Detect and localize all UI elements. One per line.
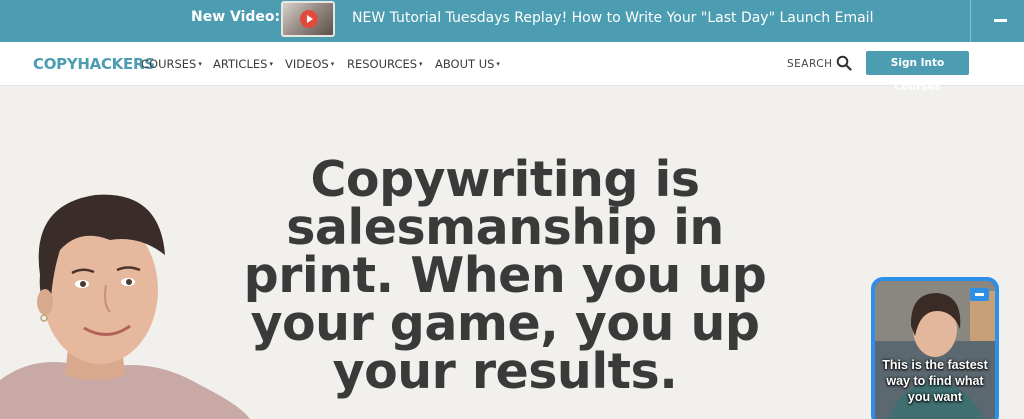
video-widget-caption: This is the fastest way to find what you… [882, 358, 988, 404]
sign-in-button[interactable]: Sign Into Courses [866, 51, 969, 93]
announcement-bar: New Video: NEW Tutorial Tuesdays Replay!… [0, 0, 1024, 42]
main-navigation: COPYHACKERS COURSES ▾ ARTICLES ▾ VIDEOS ▾ R… [0, 42, 1024, 93]
caret-down-icon: ▾ [330, 60, 335, 68]
site-logo[interactable]: COPYHACKERS [33, 55, 155, 73]
video-widget[interactable]: This is the fastest way to find what you… [871, 277, 999, 419]
nav-item-videos[interactable]: VIDEOS ▾ [285, 57, 334, 71]
search-icon[interactable] [836, 55, 852, 71]
announcement-label: New Video: [191, 9, 281, 25]
caret-down-icon: ▾ [198, 60, 202, 68]
nav-item-resources[interactable]: RESOURCES ▾ [347, 57, 423, 71]
minimize-widget-icon[interactable] [970, 288, 989, 301]
headline-line: your results. [332, 343, 678, 400]
nav-item-label: RESOURCES [347, 57, 418, 71]
nav-item-label: ABOUT US [435, 57, 495, 71]
headline-line: print. When you up [243, 247, 767, 304]
nav-item-label: VIDEOS [285, 57, 329, 71]
collapse-announcement-icon[interactable] [987, 0, 1013, 42]
caret-down-icon: ▾ [419, 60, 423, 68]
headline-line: your game, you up [250, 295, 760, 352]
announcement-link[interactable]: NEW Tutorial Tuesdays Replay! How to Wri… [352, 10, 873, 26]
nav-item-articles[interactable]: ARTICLES ▾ [213, 57, 273, 71]
hero-person-image [0, 194, 250, 419]
video-thumbnail[interactable] [281, 1, 335, 37]
headline-line: salesmanship in [286, 199, 724, 256]
caret-down-icon: ▾ [269, 60, 273, 68]
nav-item-label: ARTICLES [213, 57, 268, 71]
caret-down-icon: ▾ [496, 60, 500, 68]
play-icon [300, 10, 318, 28]
nav-item-about-us[interactable]: ABOUT US ▾ [435, 57, 500, 71]
announcement-divider [970, 0, 971, 42]
search-label[interactable]: SEARCH [787, 58, 832, 70]
hero-headline: Copywriting is salesmanship in print. Wh… [240, 151, 770, 400]
nav-item-courses[interactable]: COURSES ▾ [141, 57, 202, 71]
headline-line: Copywriting is [310, 151, 700, 208]
nav-item-label: COURSES [141, 57, 197, 71]
